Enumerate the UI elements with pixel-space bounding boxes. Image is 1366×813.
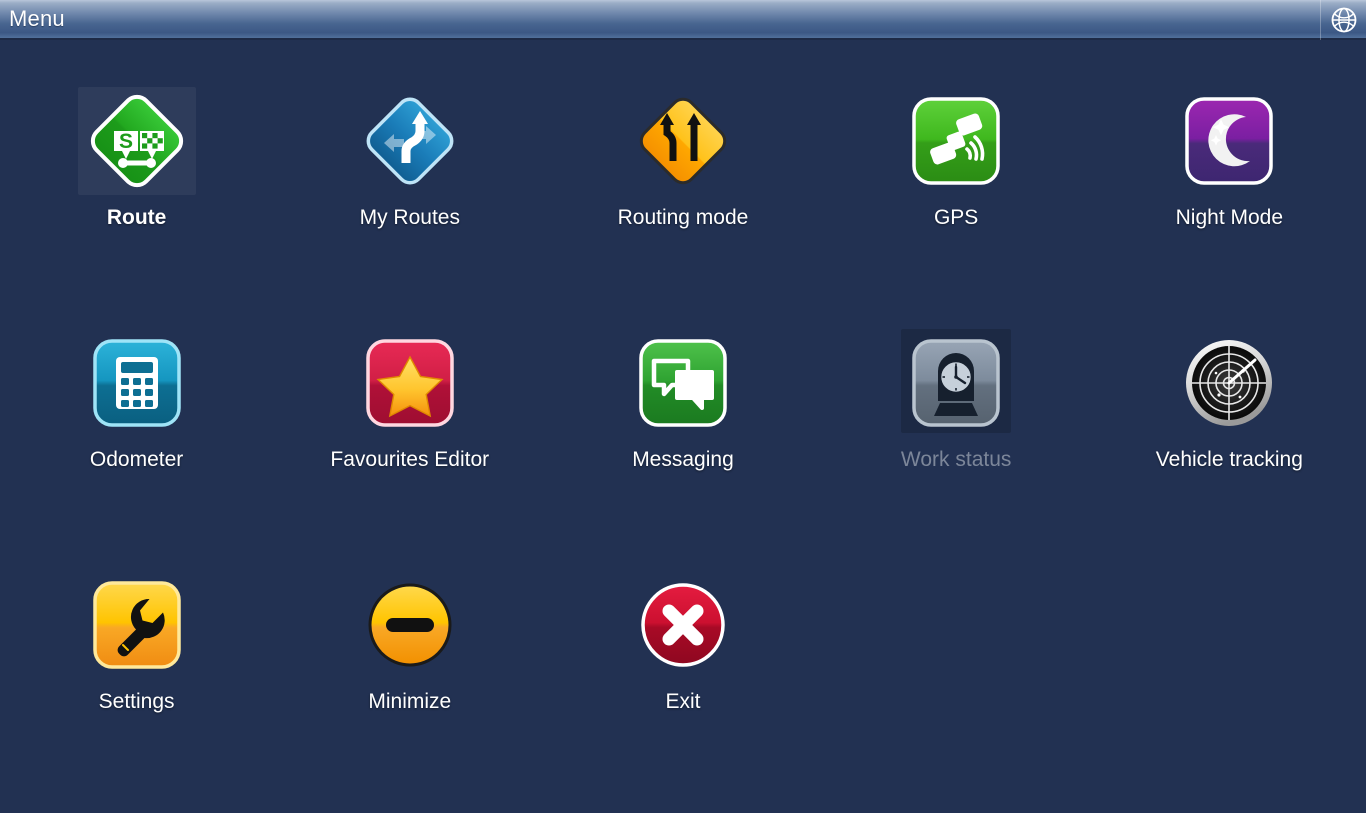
menu-item-work-status[interactable]: Work status — [820, 329, 1093, 571]
messaging-icon — [624, 329, 742, 437]
menu-item-minimize[interactable]: Minimize — [273, 571, 546, 813]
gps-icon — [897, 87, 1015, 195]
menu-item-label: Vehicle tracking — [1155, 448, 1303, 471]
menu-row: S Route My Routes Routing mode GPS Night… — [0, 87, 1366, 329]
menu-item-label: Odometer — [89, 448, 184, 471]
menu-item-label: Work status — [900, 448, 1012, 471]
menu-row: Settings Minimize Exit — [0, 571, 1366, 813]
menu-item-route[interactable]: S Route — [0, 87, 273, 329]
work-status-icon — [897, 329, 1015, 437]
title-bar-actions — [1320, 0, 1366, 40]
vehicle-tracking-icon — [1170, 329, 1288, 437]
title-bar: Menu — [0, 0, 1366, 40]
routing-mode-icon — [624, 87, 742, 195]
menu-item-label: Favourites Editor — [330, 448, 490, 471]
menu-item-gps[interactable]: GPS — [820, 87, 1093, 329]
menu-grid: S Route My Routes Routing mode GPS Night… — [0, 40, 1366, 768]
menu-item-label: My Routes — [359, 206, 460, 229]
minimize-icon — [351, 571, 469, 679]
menu-item-label: Minimize — [368, 690, 452, 713]
menu-item-exit[interactable]: Exit — [546, 571, 819, 813]
menu-item-label: GPS — [933, 206, 979, 229]
odometer-icon — [78, 329, 196, 437]
menu-item-label: Routing mode — [617, 206, 749, 229]
night-mode-icon — [1170, 87, 1288, 195]
exit-icon — [624, 571, 742, 679]
menu-item-label: Exit — [665, 690, 701, 713]
menu-item-routing-mode[interactable]: Routing mode — [546, 87, 819, 329]
menu-item-favourites-editor[interactable]: Favourites Editor — [273, 329, 546, 571]
menu-item-vehicle-tracking[interactable]: Vehicle tracking — [1093, 329, 1366, 571]
menu-item-night-mode[interactable]: Night Mode — [1093, 87, 1366, 329]
my-routes-icon — [351, 87, 469, 195]
menu-item-label: Settings — [98, 690, 175, 713]
menu-item-label: Messaging — [632, 448, 734, 471]
menu-item-label: Night Mode — [1175, 206, 1284, 229]
menu-item-label: Route — [106, 206, 167, 229]
route-icon: S — [77, 87, 196, 195]
menu-item-odometer[interactable]: Odometer — [0, 329, 273, 571]
favourites-editor-icon — [351, 329, 469, 437]
menu-item-my-routes[interactable]: My Routes — [273, 87, 546, 329]
menu-row: Odometer Favourites Editor Messaging Wor… — [0, 329, 1366, 571]
page-title: Menu — [9, 6, 65, 31]
menu-item-messaging[interactable]: Messaging — [546, 329, 819, 571]
menu-item-settings[interactable]: Settings — [0, 571, 273, 813]
svg-text:S: S — [119, 130, 133, 153]
globe-icon[interactable] — [1321, 0, 1366, 40]
settings-icon — [78, 571, 196, 679]
